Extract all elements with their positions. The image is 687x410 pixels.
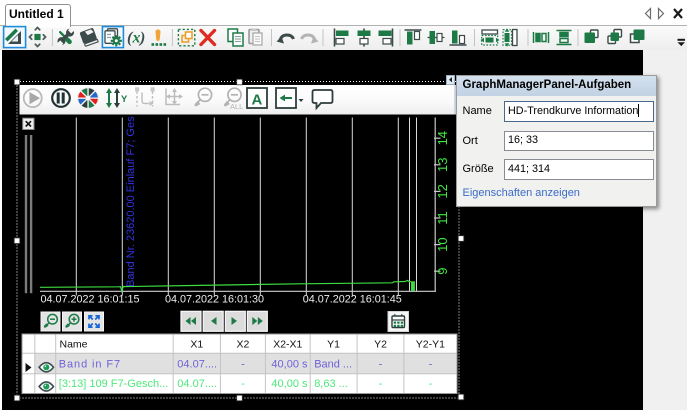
svg-text:04.07....: 04.07.... bbox=[177, 358, 217, 370]
svg-text:Y: Y bbox=[121, 94, 128, 105]
svg-text:): ) bbox=[138, 30, 145, 47]
svg-text:[3:13] 109 F7-Gesch...: [3:13] 109 F7-Gesch... bbox=[59, 377, 168, 389]
svg-text:8,63 ...: 8,63 ... bbox=[314, 377, 348, 389]
svg-text:Y2-Y1: Y2-Y1 bbox=[416, 338, 445, 350]
svg-text:Band ...: Band ... bbox=[314, 358, 352, 370]
svg-text:04.07.2022 16:01:30: 04.07.2022 16:01:30 bbox=[165, 293, 264, 305]
svg-text:-: - bbox=[379, 377, 383, 389]
svg-text:-: - bbox=[379, 358, 383, 370]
svg-text:Y2: Y2 bbox=[374, 338, 387, 350]
svg-text:Y1: Y1 bbox=[327, 338, 340, 350]
svg-text:13: 13 bbox=[435, 157, 450, 171]
svg-text:10: 10 bbox=[435, 237, 450, 251]
svg-text:40,00 s: 40,00 s bbox=[271, 358, 308, 370]
svg-text:-: - bbox=[429, 377, 433, 389]
svg-text:40,00 s: 40,00 s bbox=[271, 377, 308, 389]
svg-text:Name: Name bbox=[60, 338, 88, 350]
svg-text:Band Nr. 23620.00 Einlauf F7;: Band Nr. 23620.00 Einlauf F7; Ges bbox=[125, 115, 137, 286]
svg-text:-: - bbox=[241, 377, 245, 389]
svg-text:X2-X1: X2-X1 bbox=[273, 338, 302, 350]
svg-text:-: - bbox=[241, 358, 245, 370]
svg-text:X1: X1 bbox=[190, 338, 203, 350]
svg-text:X2: X2 bbox=[236, 338, 249, 350]
svg-text:Band in F7: Band in F7 bbox=[59, 358, 121, 370]
svg-text:04.07.2022 16:01:45: 04.07.2022 16:01:45 bbox=[303, 293, 402, 305]
svg-text:14: 14 bbox=[435, 130, 450, 144]
svg-text:12: 12 bbox=[435, 184, 450, 198]
svg-text:04.07....: 04.07.... bbox=[177, 377, 217, 389]
svg-text:04.07.2022 16:01:15: 04.07.2022 16:01:15 bbox=[40, 293, 139, 305]
svg-text:ALL: ALL bbox=[230, 102, 243, 111]
svg-text:9: 9 bbox=[435, 267, 450, 274]
svg-text:-: - bbox=[429, 358, 433, 370]
svg-text:11: 11 bbox=[435, 211, 450, 225]
svg-text:A: A bbox=[252, 91, 263, 108]
